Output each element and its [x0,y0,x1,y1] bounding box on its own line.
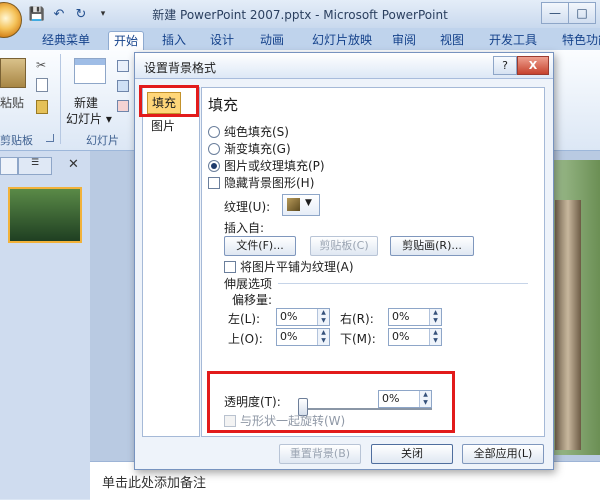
gradient-fill-label[interactable]: 渐变填充(G) [224,140,291,157]
maximize-button[interactable]: □ [568,2,596,24]
tab-classic-menu[interactable]: 经典菜单 [38,31,94,50]
spinner-arrows-icon[interactable]: ▲ ▼ [317,309,329,325]
format-background-dialog: 设置背景格式 ? X 填充 图片 填充 纯色填充(S) 渐变填充(G) 图片或纹… [134,52,554,470]
offset-left-value: 0% [280,310,298,323]
tab-insert[interactable]: 插入 [158,31,190,50]
slide-pane: ☰ ✕ [0,151,91,499]
title-bar: 💾 ↶ ↻ ▾ 新建 PowerPoint 2007.pptx - Micros… [0,0,600,38]
group-separator [60,54,61,144]
texture-label: 纹理(U): [224,200,271,214]
window-title: 新建 PowerPoint 2007.pptx - Microsoft Powe… [152,8,448,22]
slide-thumbnail[interactable] [8,187,82,243]
spinner-arrows-icon[interactable]: ▲ ▼ [429,309,441,325]
file-button[interactable]: 文件(F)... [224,236,296,256]
tab-home[interactable]: 开始 [108,31,144,51]
picture-fill-label[interactable]: 图片或纹理填充(P) [224,157,325,174]
radio-solid-fill[interactable] [208,126,220,138]
stretch-separator [278,283,528,284]
tab-slideshow[interactable]: 幻灯片放映 [304,31,380,50]
chevron-down-icon: ▼ [305,198,312,208]
cut-icon[interactable]: ✂ [36,58,46,72]
group-label-clipboard: 剪贴板 [0,134,33,147]
notes-placeholder: 单击此处添加备注 [102,476,207,491]
clipboard-button[interactable]: 剪贴板(C) [310,236,378,256]
highlight-box-transparency [207,371,455,433]
spinner-arrows-icon[interactable]: ▲ ▼ [429,329,441,345]
window-controls: — □ [541,2,596,24]
offset-left-spinner[interactable]: 0% ▲ ▼ [276,308,330,326]
offset-bottom-spinner[interactable]: 0% ▲ ▼ [388,328,442,346]
tab-animation[interactable]: 动画 [256,31,288,50]
new-slide-label[interactable]: 新建 [74,94,98,111]
minimize-button[interactable]: — [541,2,569,24]
tile-checkbox[interactable] [224,261,236,273]
offset-left-label: 左(L): [228,312,261,326]
apply-all-button[interactable]: 全部应用(L) [462,444,544,464]
offset-title: 偏移量: [232,293,273,307]
offset-top-label: 上(O): [228,332,263,346]
tab-features[interactable]: 特色功能 [556,31,600,50]
pane-close-icon[interactable]: ✕ [68,157,79,172]
nav-item-picture[interactable]: 图片 [147,116,179,136]
texture-preview-icon [287,198,300,211]
hide-bg-checkbox[interactable] [208,177,220,189]
offset-right-spinner[interactable]: 0% ▲ ▼ [388,308,442,326]
radio-gradient-fill[interactable] [208,143,220,155]
offset-right-label: 右(R): [340,312,374,326]
help-button[interactable]: ? [493,56,517,75]
new-slide-label-2[interactable]: 幻灯片 ▾ [66,110,112,127]
tab-design[interactable]: 设计 [206,31,238,50]
new-slide-icon[interactable] [74,58,106,84]
offset-bottom-label: 下(M): [340,332,376,346]
group-label-slides: 幻灯片 [86,134,119,147]
clipart-button[interactable]: 剪贴画(R)... [390,236,474,256]
offset-top-value: 0% [280,330,298,343]
layout-icon[interactable] [117,60,129,72]
insert-from-label: 插入自: [224,221,265,235]
tile-label[interactable]: 将图片平铺为纹理(A) [240,258,354,275]
tab-developer[interactable]: 开发工具 [484,31,542,50]
solid-fill-label[interactable]: 纯色填充(S) [224,123,289,140]
offset-right-value: 0% [392,310,410,323]
format-painter-icon[interactable] [36,100,48,114]
dialog-nav: 填充 图片 [142,87,200,437]
ribbon-tabs: 经典菜单 开始 插入 设计 动画 幻灯片放映 审阅 视图 开发工具 特色功能 [0,28,600,51]
dialog-launcher-icon[interactable] [46,134,54,142]
tree-trunk-image [555,200,581,450]
offset-bottom-value: 0% [392,330,410,343]
spinner-arrows-icon[interactable]: ▲ ▼ [317,329,329,345]
stretch-options-title: 伸展选项 [224,277,273,291]
pane-tab-outline[interactable]: ☰ [18,157,52,175]
paste-icon[interactable] [0,58,26,88]
dialog-close-button[interactable]: X [517,56,549,75]
close-button[interactable]: 关闭 [371,444,453,464]
highlight-box-nav [139,85,199,117]
tab-review[interactable]: 审阅 [388,31,420,50]
tab-view[interactable]: 视图 [436,31,468,50]
section-title: 填充 [208,96,239,114]
pane-tab-slides[interactable] [0,157,18,175]
dialog-title: 设置背景格式 [144,61,217,75]
reset-slide-icon[interactable] [117,80,129,92]
copy-icon[interactable] [36,78,48,92]
radio-picture-fill[interactable] [208,160,220,172]
reset-background-button[interactable]: 重置背景(B) [279,444,361,464]
paste-button-label[interactable]: 粘贴 [0,94,24,111]
texture-dropdown[interactable]: ▼ [282,194,320,216]
offset-top-spinner[interactable]: 0% ▲ ▼ [276,328,330,346]
dialog-title-bar: 设置背景格式 ? X [135,53,553,79]
hide-bg-label[interactable]: 隐藏背景图形(H) [224,174,314,191]
delete-slide-icon[interactable] [117,100,129,112]
